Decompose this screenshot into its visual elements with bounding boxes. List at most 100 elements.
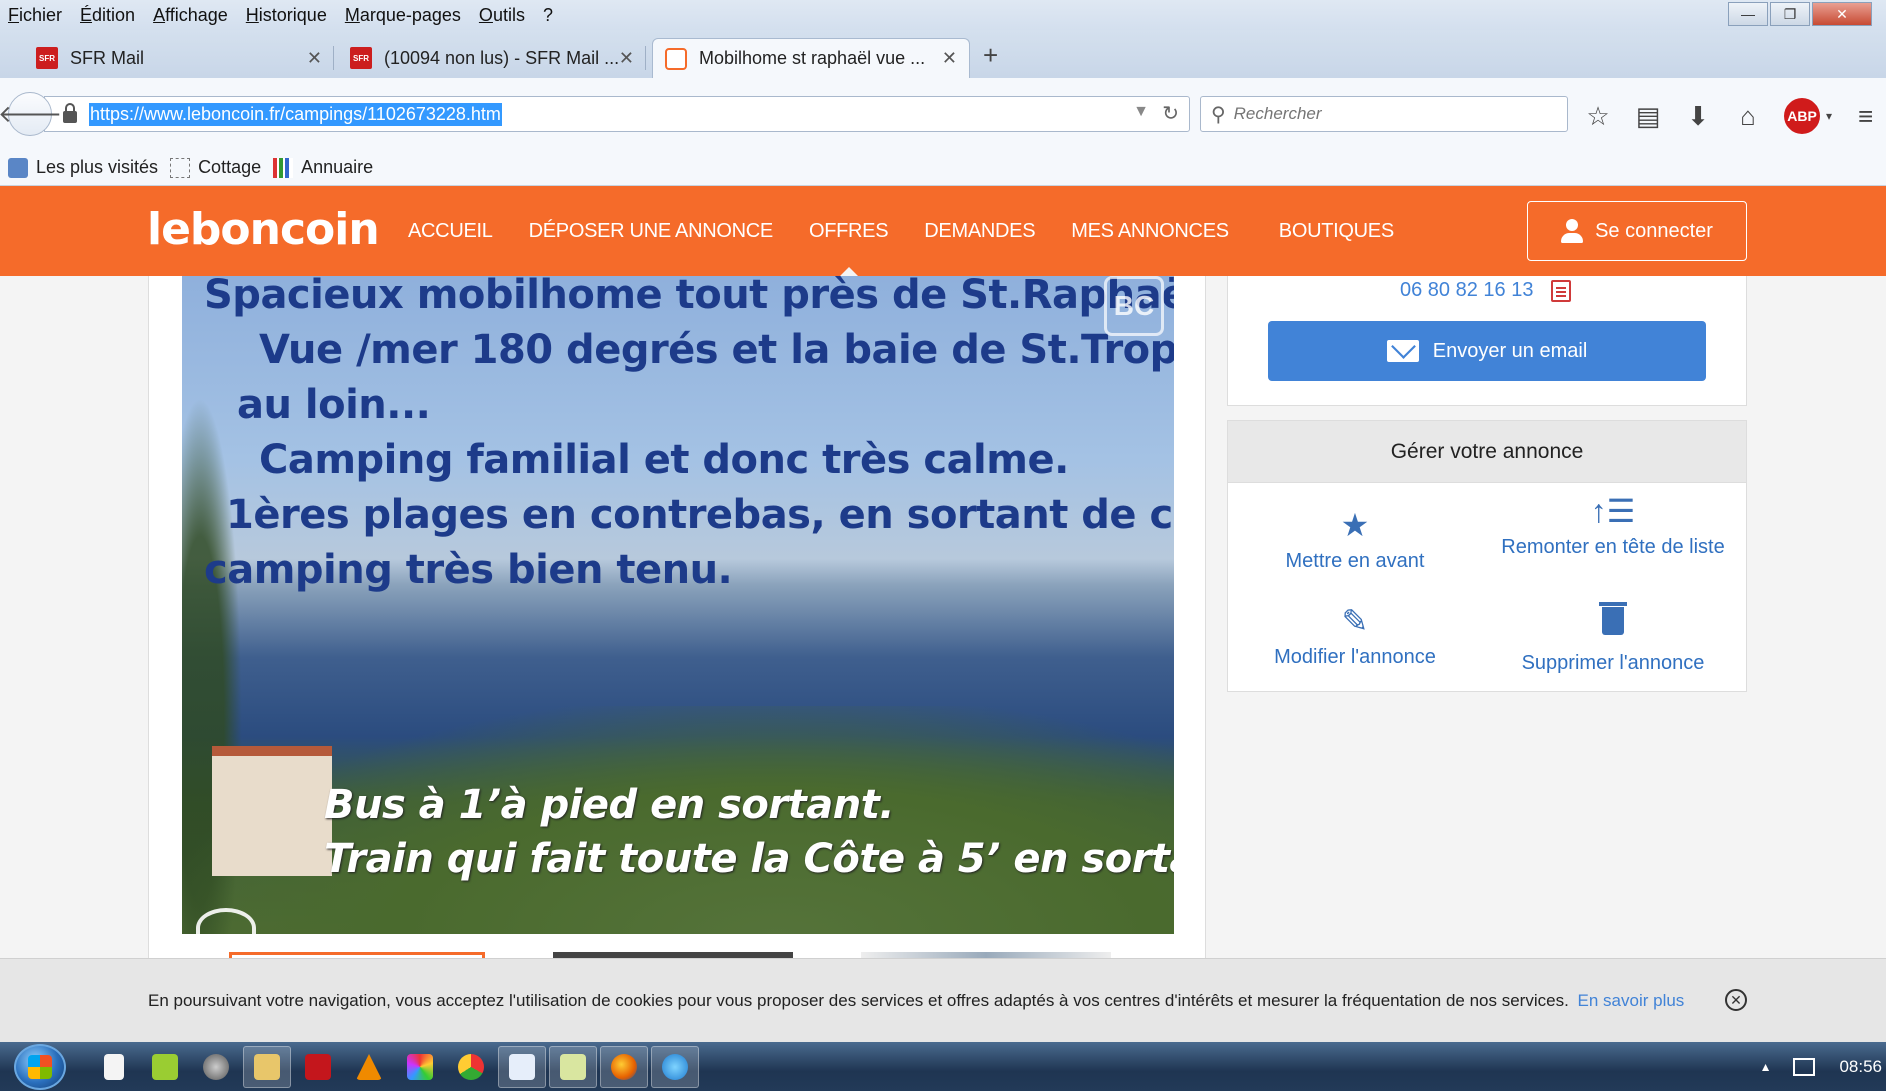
taskbar-app-green-icon[interactable] [141,1046,189,1088]
search-icon: ⚲ [1211,103,1226,126]
menu-bookmarks[interactable]: Marque-pages [345,5,461,26]
taskbar-vlc-icon[interactable] [345,1046,393,1088]
back-button[interactable]: 🡐 [0,92,62,136]
adblock-plus-icon[interactable]: ABP [1784,98,1820,134]
nav-accueil[interactable]: ACCUEIL [408,220,493,243]
maximize-button[interactable]: ❐ [1770,2,1810,26]
menu-edit[interactable]: Édition [80,5,135,26]
menu-tools[interactable]: Outils [479,5,525,26]
bump-ad-action[interactable]: ↑☰ Remonter en tête de liste [1486,493,1740,561]
document-icon[interactable] [1551,279,1572,302]
bookmark-cottage[interactable]: Cottage [170,157,261,178]
taskbar-notes-icon[interactable] [549,1046,597,1088]
bookmark-page-icon [170,157,191,178]
menu-help[interactable]: ? [543,5,553,26]
taskbar-chart-icon[interactable] [447,1046,495,1088]
taskbar-document-icon[interactable] [90,1046,138,1088]
phone-number: 06 80 82 16 13 [1400,279,1572,302]
menu-file[interactable]: Fichier [8,5,62,26]
tab-label: (10094 non lus) - SFR Mail ... [384,47,620,68]
windows-logo-icon [28,1055,52,1079]
taskbar-paint-icon[interactable] [396,1046,444,1088]
cookie-text: En poursuivant votre navigation, vous ac… [148,991,1569,1010]
tab-close-icon[interactable]: ✕ [942,48,957,69]
action-label: Supprimer l'annonce [1521,652,1705,674]
photo-line: Bus à 1’à pied en sortant. [324,782,895,828]
bookmark-star-icon[interactable]: ☆ [1584,101,1612,132]
adblock-menu-chevron-icon[interactable]: ▾ [1826,109,1832,123]
menu-history[interactable]: Historique [246,5,327,26]
hamburger-menu-icon[interactable]: ≡ [1858,101,1873,132]
tab-label: SFR Mail [70,47,145,68]
search-input[interactable] [1233,104,1534,124]
window-controls: — ❐ ✕ [1726,2,1872,26]
downloads-icon[interactable]: ⬇ [1684,101,1712,132]
taskbar-writer-icon[interactable] [498,1046,546,1088]
tray-expand-icon[interactable]: ▲ [1760,1060,1772,1074]
photo-line: Camping familial et donc très calme. [259,437,1069,483]
nav-mes-annonces[interactable]: MES ANNONCES [1071,220,1229,243]
tab-sfr-mail[interactable]: SFR SFR Mail ✕ [24,38,334,78]
leboncoin-logo[interactable]: leboncoin [147,204,380,255]
tab-sfr-mail-unread[interactable]: SFR (10094 non lus) - SFR Mail ... ✕ [338,38,646,78]
photo-line: au loin... [237,382,431,428]
minimize-button[interactable]: — [1728,2,1768,26]
bookmark-most-visited[interactable]: Les plus visités [8,157,158,178]
network-monitor-icon[interactable] [1793,1057,1816,1076]
star-icon: ★ [1340,507,1370,543]
bookmark-label: Cottage [198,157,262,177]
start-button[interactable] [14,1044,66,1090]
login-button[interactable]: Se connecter [1527,201,1747,261]
tab-label: Mobilhome st raphaël vue ... [699,48,926,68]
nav-boutiques[interactable]: BOUTIQUES [1279,220,1394,243]
highlight-ad-action[interactable]: ★ Mettre en avant [1228,507,1482,575]
taskbar-pdf-icon[interactable] [294,1046,342,1088]
reading-list-icon[interactable]: ▤ [1634,101,1662,132]
menu-bar: Fichier Édition Affichage Historique Mar… [0,0,1886,30]
taskbar-app-globe-icon[interactable] [192,1046,240,1088]
trash-icon [1599,602,1627,635]
taskbar-explorer-icon[interactable] [243,1046,291,1088]
cookie-learn-more-link[interactable]: En savoir plus [1578,991,1685,1010]
cookie-close-icon[interactable]: ✕ [1725,989,1747,1011]
action-label: Remonter en tête de liste [1501,536,1725,558]
search-box[interactable]: ⚲ [1200,96,1568,132]
taskbar-ie-icon[interactable] [651,1046,699,1088]
tab-close-icon[interactable]: ✕ [619,48,634,69]
lock-icon [63,102,77,123]
bookmark-label: Annuaire [301,157,374,177]
reload-icon[interactable]: ↻ [1162,101,1179,126]
nav-demandes[interactable]: DEMANDES [924,220,1035,243]
tab-leboncoin[interactable]: Mobilhome st raphaël vue ... ✕ [652,38,970,78]
sfr-favicon-icon: SFR [350,47,372,69]
send-email-button[interactable]: Envoyer un email [1268,321,1706,381]
window-close-button[interactable]: ✕ [1812,2,1872,26]
tab-close-icon[interactable]: ✕ [307,48,322,69]
nav-deposer-annonce[interactable]: DÉPOSER UNE ANNONCE [529,220,774,243]
clock[interactable]: 08:56 [1839,1057,1882,1077]
photo-caption-white: Bus à 1’à pied en sortant. Train qui fai… [324,778,1174,886]
user-icon [1561,219,1584,243]
url-bar[interactable]: https://www.leboncoin.fr/campings/110267… [44,96,1190,132]
new-tab-button[interactable]: + [983,40,998,71]
delete-ad-action[interactable]: Supprimer l'annonce [1486,602,1740,677]
ad-main-photo[interactable]: Spacieux mobilhome tout près de St.Rapha… [182,276,1174,934]
bookmark-label: Les plus visités [36,157,159,177]
edit-ad-action[interactable]: ✎ Modifier l'annonce [1228,603,1482,671]
url-text[interactable]: https://www.leboncoin.fr/campings/110267… [89,102,502,126]
phone-text[interactable]: 06 80 82 16 13 [1400,279,1533,302]
taskbar-firefox-icon[interactable] [600,1046,648,1088]
site-nav: ACCUEIL DÉPOSER UNE ANNONCE OFFRES DEMAN… [408,186,1430,279]
pencil-icon: ✎ [1341,603,1369,639]
sfr-favicon-icon: SFR [36,47,58,69]
photo-line: Vue /mer 180 degrés et la baie de St.Tro… [259,327,1174,373]
taskbar-apps [90,1046,702,1088]
bookmark-annuaire[interactable]: Annuaire [273,157,373,178]
envelope-icon [1386,340,1419,362]
url-dropdown-icon[interactable]: ▼ [1133,103,1149,121]
manage-ad-box: Gérer votre annonce ★ Mettre en avant ↑☰… [1227,420,1747,692]
nav-offres[interactable]: OFFRES [809,220,889,279]
system-tray: ▲ 08:56 [1760,1042,1886,1091]
menu-view[interactable]: Affichage [153,5,228,26]
home-icon[interactable]: ⌂ [1734,101,1762,132]
